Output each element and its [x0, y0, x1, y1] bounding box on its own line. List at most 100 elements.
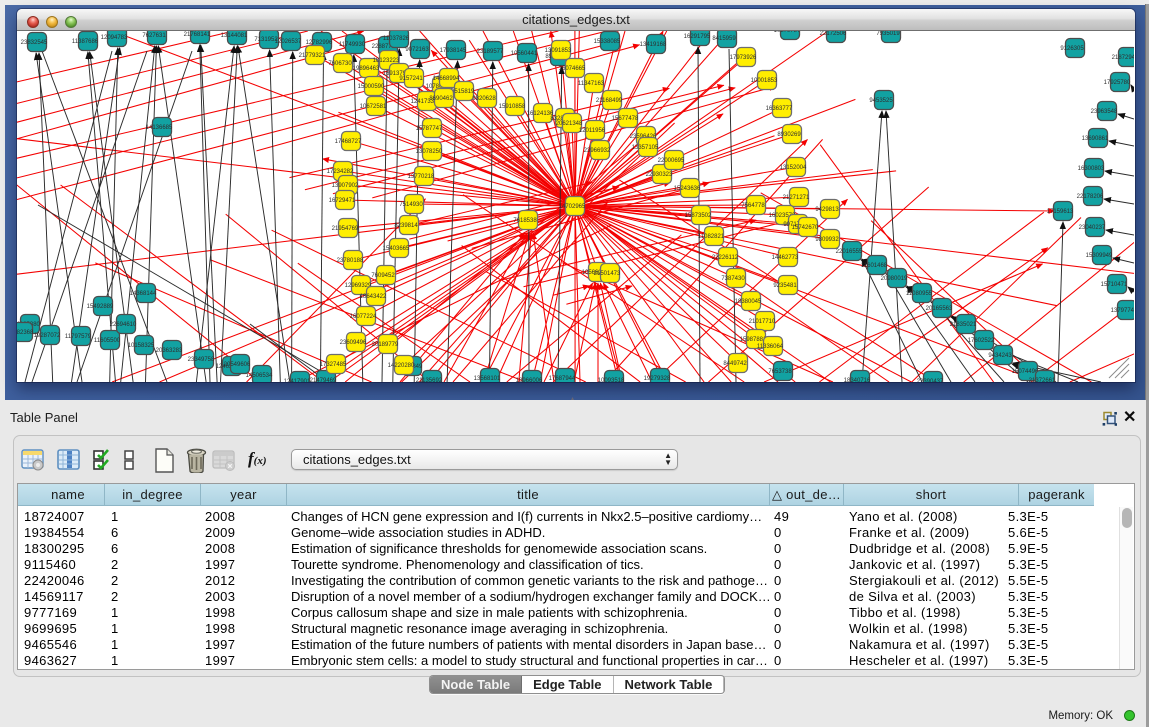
svg-text:20549606: 20549606 [224, 362, 251, 368]
svg-text:13419168: 13419168 [640, 42, 667, 48]
svg-text:7514930: 7514930 [399, 202, 423, 208]
svg-text:12011956: 12011956 [579, 128, 606, 134]
svg-text:12026537: 12026537 [275, 39, 302, 45]
svg-text:15309949: 15309949 [1086, 253, 1113, 259]
svg-text:21954769: 21954769 [332, 226, 359, 232]
svg-text:7618538: 7618538 [513, 218, 537, 224]
svg-text:16074665: 16074665 [559, 66, 586, 72]
svg-text:17687944: 17687944 [549, 376, 576, 382]
svg-text:17468727: 17468727 [335, 139, 362, 145]
svg-text:23963548: 23963548 [1091, 109, 1118, 115]
svg-text:21135692: 21135692 [416, 378, 443, 382]
svg-text:19287072: 19287072 [34, 333, 61, 339]
svg-text:19279328: 19279328 [644, 376, 671, 382]
svg-text:20363283: 20363283 [156, 348, 183, 354]
svg-text:10158325: 10158325 [128, 343, 155, 349]
svg-text:10279787: 10279787 [774, 31, 801, 34]
svg-text:18966006: 18966006 [516, 378, 543, 382]
svg-text:15710471: 15710471 [1101, 282, 1128, 288]
svg-text:13144081: 13144081 [221, 33, 248, 39]
svg-text:11082821: 11082821 [698, 234, 725, 240]
svg-text:9235481: 9235481 [773, 283, 797, 289]
svg-text:16077224: 16077224 [350, 314, 377, 320]
svg-text:13690861: 13690861 [1082, 136, 1109, 142]
svg-text:22930323: 22930323 [646, 172, 673, 178]
svg-text:13091853: 13091853 [545, 48, 572, 54]
svg-text:15910858: 15910858 [499, 104, 526, 110]
svg-text:17234282: 17234282 [327, 169, 354, 175]
svg-text:14220280: 14220280 [388, 363, 415, 369]
svg-text:13568101: 13568101 [474, 376, 501, 382]
svg-text:17327485: 17327485 [320, 362, 347, 368]
svg-text:15000590: 15000590 [358, 84, 385, 90]
svg-text:23609496: 23609496 [340, 340, 367, 346]
svg-text:10560441: 10560441 [511, 51, 538, 57]
svg-text:11347163: 11347163 [578, 81, 605, 87]
svg-text:23780188: 23780188 [337, 258, 364, 264]
svg-text:9429813: 9429813 [815, 207, 839, 213]
svg-text:10001853: 10001853 [751, 78, 778, 84]
svg-text:10672581: 10672581 [360, 104, 387, 110]
svg-text:7606730: 7606730 [328, 61, 352, 67]
svg-text:23189577: 23189577 [477, 49, 504, 55]
svg-text:7627631: 7627631 [142, 33, 166, 39]
svg-text:11605500: 11605500 [94, 338, 121, 344]
svg-text:11601468: 11601468 [861, 263, 888, 269]
svg-text:18380045: 18380045 [735, 299, 762, 305]
svg-text:13907902: 13907902 [332, 183, 359, 189]
svg-text:23832545: 23832545 [21, 40, 48, 46]
svg-text:17602522: 17602522 [968, 338, 995, 344]
svg-text:14462773: 14462773 [772, 255, 799, 261]
svg-text:13797742: 13797742 [1111, 308, 1134, 314]
svg-text:15742670: 15742670 [792, 225, 819, 231]
svg-text:9072163: 9072163 [405, 47, 429, 53]
svg-text:14506534: 14506534 [246, 373, 273, 379]
svg-text:21271271: 21271271 [783, 195, 810, 201]
svg-text:14702965: 14702965 [559, 204, 586, 210]
svg-text:9157241: 9157241 [399, 76, 423, 82]
svg-text:8239814: 8239814 [394, 223, 418, 229]
svg-text:16291795: 16291795 [684, 34, 711, 40]
svg-text:21768141: 21768141 [184, 32, 211, 38]
svg-text:7653738: 7653738 [768, 369, 792, 375]
svg-text:20980019: 20980019 [881, 276, 908, 282]
svg-text:14136685: 14136685 [146, 125, 173, 131]
svg-text:14668994: 14668994 [433, 76, 460, 82]
svg-text:15677478: 15677478 [612, 116, 639, 122]
svg-text:9434243: 9434243 [988, 353, 1012, 359]
svg-text:11037826: 11037826 [383, 36, 410, 42]
svg-text:9820628: 9820628 [472, 96, 496, 102]
svg-text:23349758: 23349758 [188, 357, 215, 363]
svg-text:22226112: 22226112 [712, 255, 739, 261]
svg-text:15787747: 15787747 [416, 126, 443, 132]
svg-text:7564778: 7564778 [741, 203, 765, 209]
svg-text:13152004: 13152004 [780, 165, 807, 171]
svg-text:22016555: 22016555 [836, 249, 863, 255]
svg-text:22178206: 22178206 [1077, 194, 1104, 200]
svg-text:8690462: 8690462 [429, 96, 453, 102]
svg-text:11387686: 11387686 [72, 39, 99, 45]
svg-text:10093518: 10093518 [598, 378, 625, 382]
svg-text:14368144: 14368144 [130, 291, 157, 297]
svg-text:9126305: 9126305 [1060, 46, 1084, 52]
svg-text:12182368: 12182368 [17, 330, 34, 336]
svg-text:16363777: 16363777 [766, 106, 793, 112]
svg-text:11336064: 11336064 [757, 344, 784, 350]
svg-text:21835021: 21835021 [950, 322, 977, 328]
svg-text:15243636: 15243636 [674, 186, 701, 192]
svg-text:21372661: 21372661 [1029, 378, 1056, 382]
svg-text:21017710: 21017710 [749, 319, 776, 325]
svg-text:13770218: 13770218 [408, 174, 435, 180]
svg-text:15492889: 15492889 [87, 304, 114, 310]
svg-text:9453525: 9453525 [869, 98, 893, 104]
svg-text:11749930: 11749930 [339, 42, 366, 48]
svg-text:17159613: 17159613 [1047, 209, 1074, 215]
svg-text:23966932: 23966932 [584, 148, 611, 154]
svg-text:7609452: 7609452 [371, 273, 395, 279]
svg-text:17938145: 17938145 [440, 48, 467, 54]
svg-text:15403665: 15403665 [383, 246, 410, 252]
svg-text:8449742: 8449742 [723, 361, 747, 367]
svg-text:22390437: 22390437 [917, 379, 944, 382]
svg-text:13357105: 13357105 [632, 145, 659, 151]
svg-text:20189779: 20189779 [372, 342, 399, 348]
